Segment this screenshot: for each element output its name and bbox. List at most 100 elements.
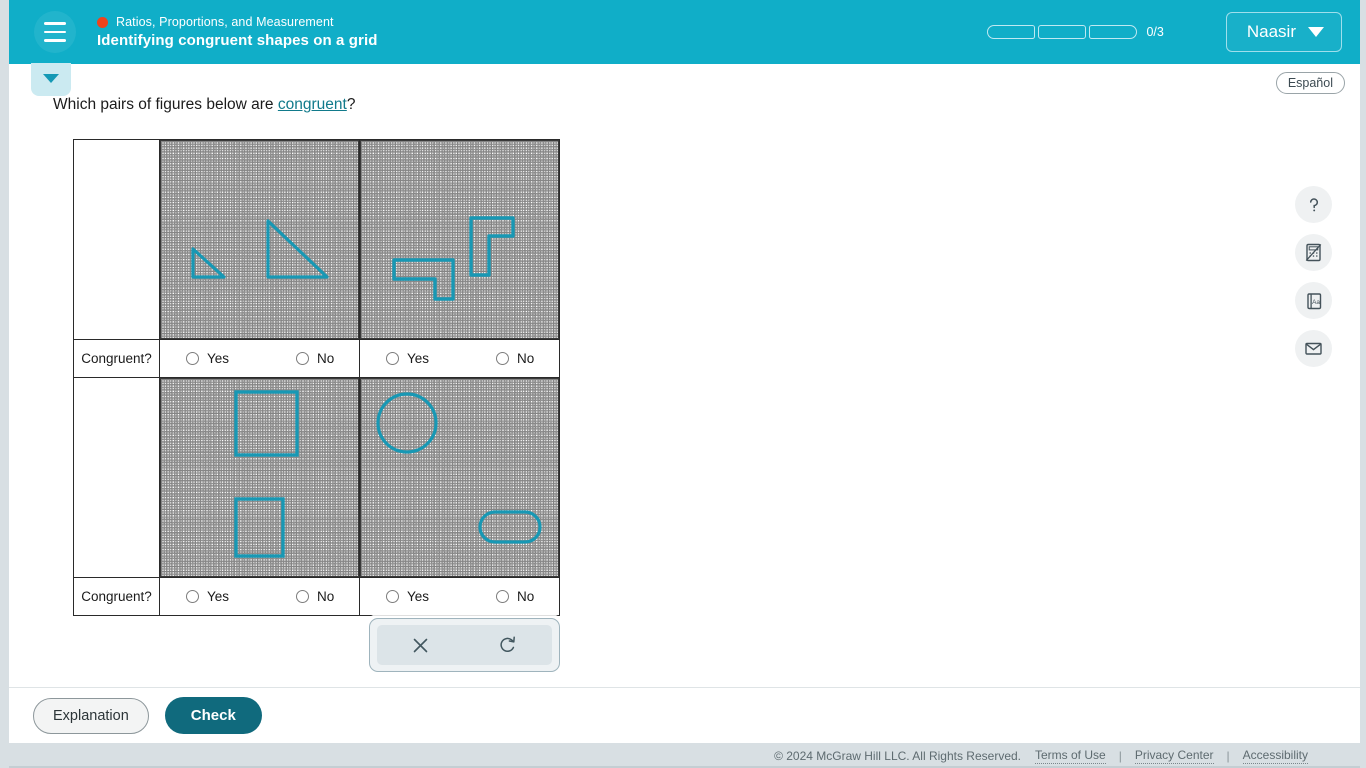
radio-label-no: No	[317, 351, 335, 366]
radio-label-yes: Yes	[407, 589, 430, 604]
course-name: Ratios, Proportions, and Measurement	[116, 15, 334, 29]
radio-option-yes[interactable]: Yes	[186, 351, 229, 366]
page-root: Ratios, Proportions, and Measurement Ide…	[0, 0, 1366, 768]
answer-action-toolbar	[369, 618, 560, 672]
footer-separator: |	[1118, 748, 1122, 763]
chevron-down-icon	[43, 73, 59, 83]
course-status-dot-icon	[97, 16, 108, 28]
calculator-disabled-icon	[1305, 243, 1322, 262]
close-x-icon	[413, 638, 428, 652]
user-name: Naasir	[1246, 22, 1296, 41]
radio-label-no: No	[517, 351, 535, 366]
glossary-icon: Aa	[1306, 292, 1321, 309]
progress-segment-1	[987, 25, 1036, 39]
radio-option-yes[interactable]: Yes	[386, 351, 429, 366]
l-shapes-grid-cell	[359, 139, 560, 340]
curved-shapes-figure	[376, 392, 542, 544]
radio-label-no: No	[317, 589, 335, 604]
radio-circle-icon[interactable]	[296, 590, 310, 603]
radio-circle-icon[interactable]	[296, 352, 310, 365]
radio-circle-icon[interactable]	[386, 352, 399, 365]
radio-circle-icon[interactable]	[496, 352, 510, 365]
l-shapes-figure	[392, 216, 515, 301]
hamburger-menu-icon[interactable]	[34, 11, 76, 53]
bottom-action-bar: Explanation Check	[9, 688, 1360, 743]
progress-count: 0/3	[1146, 25, 1164, 39]
mail-icon	[1305, 342, 1322, 355]
quadrilaterals-grid-cell	[159, 377, 360, 578]
help-button[interactable]	[1295, 186, 1332, 223]
explanation-button[interactable]: Explanation	[33, 697, 149, 734]
espanol-toggle-button[interactable]: Español	[1275, 72, 1345, 94]
check-button[interactable]: Check	[164, 697, 262, 734]
privacy-center-link[interactable]: Privacy Center	[1134, 748, 1214, 764]
answer-cell-quads: Yes No	[159, 577, 360, 616]
progress-bar	[987, 25, 1138, 39]
answer-cell-triangles: Yes No	[159, 339, 360, 378]
radio-circle-icon[interactable]	[186, 590, 199, 603]
calculator-button-disabled[interactable]	[1295, 234, 1332, 271]
answers-row-1: Congruent? Yes No Yes No	[73, 339, 560, 378]
radio-option-no[interactable]: No	[496, 351, 534, 366]
row-label-1: Congruent?	[73, 339, 160, 378]
radio-option-no[interactable]: No	[296, 589, 334, 604]
radio-label-yes: Yes	[207, 351, 230, 366]
row-label-2: Congruent?	[73, 577, 160, 616]
figures-row-1	[73, 139, 560, 340]
svg-text:Aa: Aa	[1312, 299, 1320, 306]
triangles-figure	[191, 219, 329, 279]
left-rail	[0, 0, 9, 768]
congruent-glossary-link[interactable]: congruent	[278, 96, 347, 113]
progress-segment-2	[1038, 25, 1087, 39]
question-text-before: Which pairs of figures below are	[53, 96, 278, 113]
radio-option-no[interactable]: No	[496, 589, 534, 604]
right-scrollbar-rail[interactable]	[1360, 0, 1366, 768]
user-menu-button[interactable]: Naasir	[1225, 12, 1342, 52]
help-icon	[1309, 197, 1318, 211]
radio-label-no: No	[517, 589, 535, 604]
answer-cell-curved: Yes No	[359, 577, 560, 616]
question-prompt: Which pairs of figures below are congrue…	[53, 96, 355, 114]
collapse-panel-button[interactable]	[31, 63, 71, 96]
terms-of-use-link[interactable]: Terms of Use	[1035, 748, 1106, 764]
progress-indicator: 0/3	[987, 25, 1164, 39]
progress-segment-3	[1089, 25, 1138, 39]
radio-option-no[interactable]: No	[296, 351, 334, 366]
radio-circle-icon[interactable]	[386, 590, 399, 603]
radio-circle-icon[interactable]	[186, 352, 199, 365]
undo-button[interactable]	[488, 630, 528, 660]
chevron-down-icon	[1308, 27, 1324, 37]
accessibility-link[interactable]: Accessibility	[1242, 748, 1308, 764]
grid-box	[160, 140, 359, 339]
radio-circle-icon[interactable]	[496, 590, 510, 603]
glossary-button[interactable]: Aa	[1295, 282, 1332, 319]
mail-button[interactable]	[1295, 330, 1332, 367]
answers-row-2: Congruent? Yes No Yes No	[73, 577, 560, 616]
grid-box	[360, 140, 559, 339]
header-title-block: Ratios, Proportions, and Measurement Ide…	[97, 15, 378, 49]
footer-separator: |	[1226, 748, 1230, 763]
page-footer: © 2024 McGraw Hill LLC. All Rights Reser…	[9, 743, 1360, 768]
curved-shapes-grid-cell	[359, 377, 560, 578]
radio-label-yes: Yes	[407, 351, 430, 366]
radio-option-yes[interactable]: Yes	[186, 589, 229, 604]
answer-cell-lshapes: Yes No	[359, 339, 560, 378]
course-row: Ratios, Proportions, and Measurement	[97, 15, 378, 29]
triangles-grid-cell	[159, 139, 360, 340]
congruence-table: Congruent? Yes No Yes No Congruent? Yes …	[73, 139, 560, 616]
header-right: 0/3 Naasir	[987, 12, 1360, 52]
empty-label-cell-2	[73, 377, 160, 578]
radio-label-yes: Yes	[207, 589, 230, 604]
clear-answer-button[interactable]	[401, 630, 441, 660]
copyright-text: © 2024 McGraw Hill LLC. All Rights Reser…	[774, 748, 1021, 763]
lesson-title: Identifying congruent shapes on a grid	[97, 32, 378, 49]
undo-rotate-icon	[500, 636, 516, 652]
question-text-after: ?	[346, 96, 356, 113]
radio-option-yes[interactable]: Yes	[386, 589, 429, 604]
quadrilaterals-figure	[234, 390, 299, 558]
app-header: Ratios, Proportions, and Measurement Ide…	[9, 0, 1360, 64]
grid-box	[360, 378, 559, 577]
figures-row-2	[73, 377, 560, 578]
empty-label-cell-1	[73, 139, 160, 340]
tool-rail: Aa	[1295, 186, 1332, 367]
